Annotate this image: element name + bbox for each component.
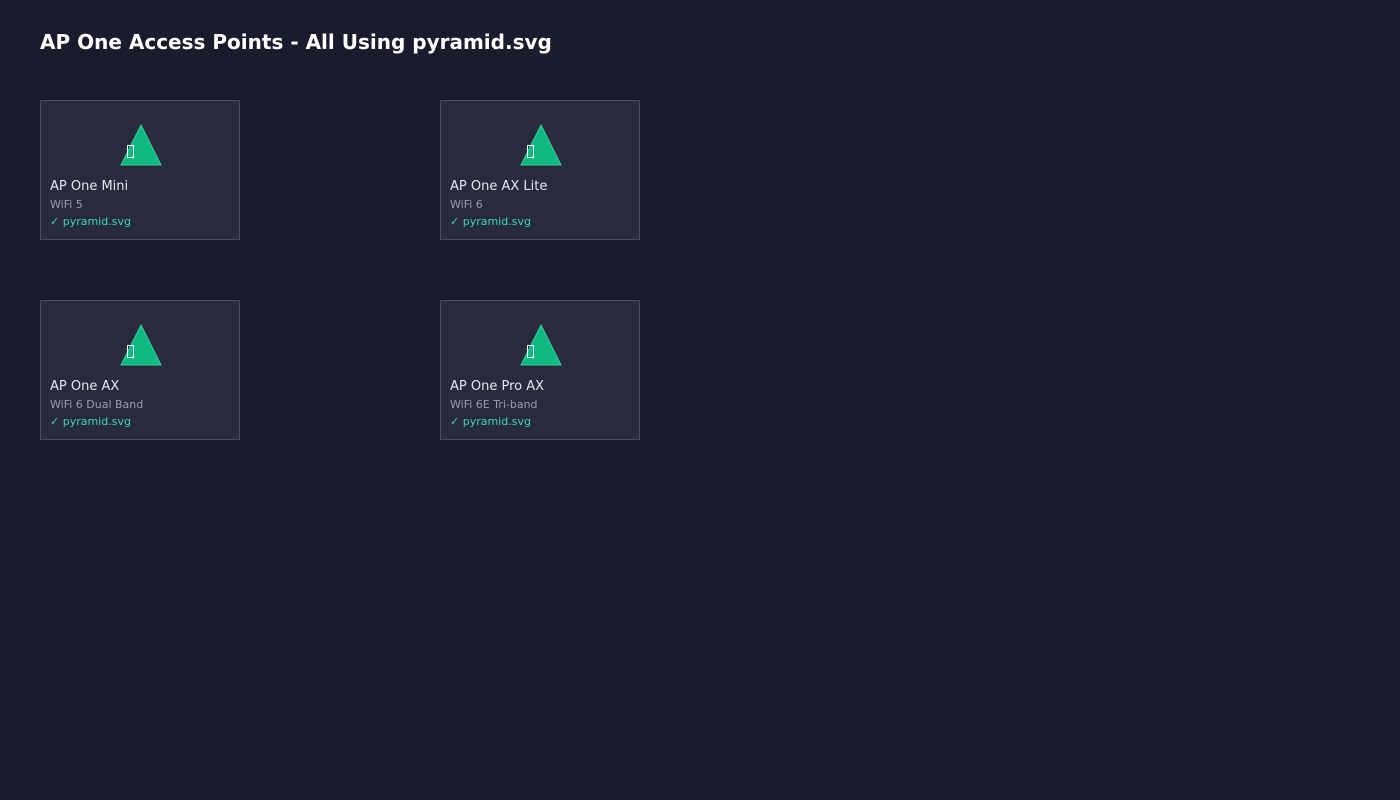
- device-name: AP One Pro AX: [450, 379, 545, 394]
- device-icon-file: ✓ pyramid.svg: [450, 415, 531, 428]
- page-title: AP One Access Points - All Using pyramid…: [40, 30, 552, 54]
- missing-glyph-icon: [127, 145, 134, 158]
- device-spec: WiFi 5: [50, 198, 83, 211]
- device-card-ap-one-ax-lite[interactable]: AP One AX Lite WiFi 6 ✓ pyramid.svg: [440, 100, 640, 240]
- device-card-ap-one-mini[interactable]: AP One Mini WiFi 5 ✓ pyramid.svg: [40, 100, 240, 240]
- missing-glyph-icon: [127, 345, 134, 358]
- device-card-ap-one-pro-ax[interactable]: AP One Pro AX WiFi 6E Tri-band ✓ pyramid…: [440, 300, 640, 440]
- device-spec: WiFi 6E Tri-band: [450, 398, 538, 411]
- missing-glyph-icon: [527, 345, 534, 358]
- device-name: AP One AX Lite: [450, 179, 548, 194]
- missing-glyph-icon: [527, 145, 534, 158]
- device-spec: WiFi 6: [450, 198, 483, 211]
- device-card-ap-one-ax[interactable]: AP One AX WiFi 6 Dual Band ✓ pyramid.svg: [40, 300, 240, 440]
- device-spec: WiFi 6 Dual Band: [50, 398, 144, 411]
- device-name: AP One AX: [50, 379, 120, 394]
- device-icon-file: ✓ pyramid.svg: [50, 215, 131, 228]
- device-icon-file: ✓ pyramid.svg: [450, 215, 531, 228]
- device-icon-file: ✓ pyramid.svg: [50, 415, 131, 428]
- device-name: AP One Mini: [50, 179, 129, 194]
